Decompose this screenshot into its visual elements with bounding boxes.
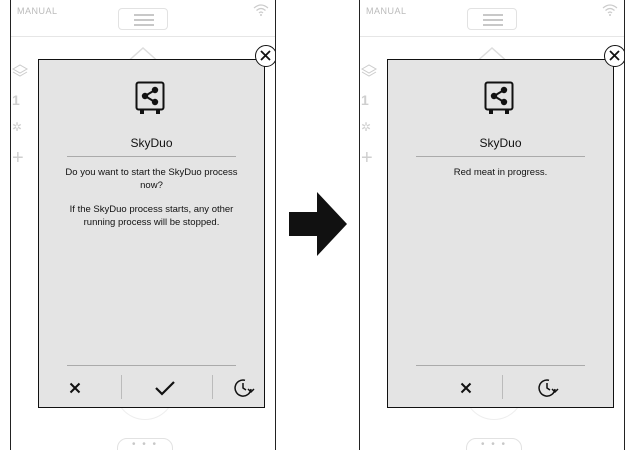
message-question: Do you want to start the SkyDuo process … [65,167,238,191]
divider [212,375,213,399]
bottom-tab[interactable]: • • • [466,438,522,450]
message-warning: If the SkyDuo process starts, any other … [69,204,234,228]
divider [121,375,122,399]
skyduo-progress-dialog: SkyDuo Red meat in progress. [387,59,614,408]
layers-icon [361,64,377,77]
close-icon [609,50,620,61]
skyduo-dialog: SkyDuo Do you want to start the SkyDuo p… [38,59,265,408]
device-screen-before: MANUAL 1 ✲ + • • • SkyDuo Do you want to… [10,0,276,450]
wifi-icon [602,4,618,16]
progress-message: Red meat in progress. [453,167,548,178]
mode-label: MANUAL [17,6,58,16]
confirm-button[interactable] [145,369,185,407]
divider [67,365,236,366]
ghost-number: 1 [12,92,20,108]
skyduo-share-icon [135,81,165,114]
hamburger-icon[interactable] [118,8,168,30]
divider [67,156,236,157]
delay-start-button[interactable] [223,369,263,407]
hamburger-icon[interactable] [467,8,517,30]
ghost-number: 1 [361,92,369,108]
dialog-message: Do you want to start the SkyDuo process … [59,167,244,241]
skyduo-share-icon [484,81,514,114]
divider [416,365,585,366]
dialog-actions [55,369,255,407]
device-screen-after: MANUAL 1 ✲ + • • • SkyDuo Red meat in pr… [359,0,625,450]
mode-label: MANUAL [366,6,407,16]
top-bar: MANUAL [11,0,275,37]
layers-icon [12,64,28,77]
snowflake-icon: ✲ [361,120,372,134]
dialog-title: SkyDuo [130,136,173,150]
wifi-icon [253,4,269,16]
dialog-title: SkyDuo [479,136,522,150]
clock-icon [234,379,255,397]
close-icon [260,50,271,61]
close-button[interactable] [255,45,275,67]
plus-icon: + [12,147,24,169]
snowflake-icon: ✲ [12,120,23,134]
bottom-tab[interactable]: • • • [117,438,173,450]
clock-icon [538,379,559,397]
cancel-button[interactable] [446,369,486,407]
dialog-message: Red meat in progress. [408,167,593,192]
delay-start-button[interactable] [527,369,567,407]
cancel-button[interactable] [55,369,95,407]
x-icon [460,382,472,394]
top-bar: MANUAL [360,0,624,37]
x-icon [69,382,81,394]
plus-icon: + [361,147,373,169]
dialog-actions [404,369,597,407]
arrow-right-icon [289,192,347,256]
divider [416,156,585,157]
check-icon [155,381,175,396]
divider [502,375,503,399]
close-button[interactable] [604,45,624,67]
